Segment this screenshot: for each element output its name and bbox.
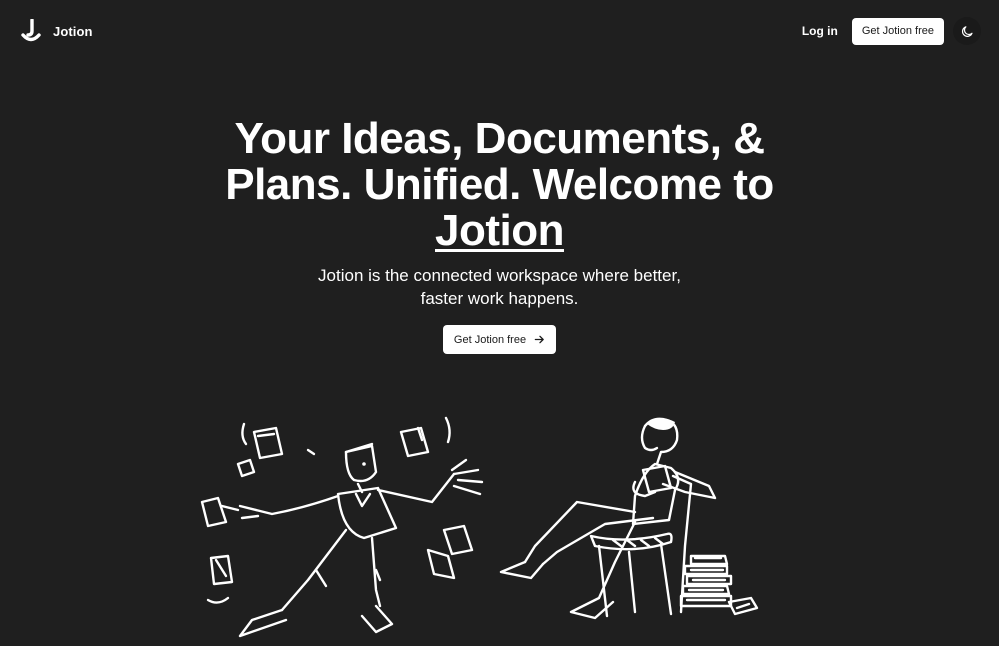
hero-headline: Your Ideas, Documents, & Plans. Unified.… xyxy=(200,116,800,254)
book-icon xyxy=(727,596,759,616)
hero-subheading: Jotion is the connected workspace where … xyxy=(318,266,681,308)
hero-headline-brand: Jotion xyxy=(435,206,564,255)
arrow-right-icon xyxy=(534,335,544,344)
book-icon xyxy=(641,464,673,494)
get-jotion-free-hero-label: Get Jotion free xyxy=(453,333,527,346)
paper-icon xyxy=(200,496,240,528)
theme-toggle-button[interactable] xyxy=(953,17,981,45)
paper-icon xyxy=(252,426,284,460)
paper-icon xyxy=(236,458,256,478)
juggling-documents-illustration xyxy=(200,416,484,638)
book-stack-icon xyxy=(679,554,733,608)
get-jotion-free-nav-label: Get Jotion free xyxy=(861,25,934,37)
navbar: Jotion Log in Get Jotion free xyxy=(0,0,999,62)
paper-icon xyxy=(426,524,474,580)
logo[interactable]: Jotion xyxy=(21,19,93,43)
logo-icon xyxy=(21,19,41,42)
reading-person-illustration xyxy=(499,417,759,620)
hero-headline-text: Your Ideas, Documents, & Plans. Unified.… xyxy=(225,114,774,209)
logo-text: Jotion xyxy=(53,23,93,39)
nav-actions: Log in Get Jotion free xyxy=(802,17,981,45)
get-jotion-free-hero-button[interactable]: Get Jotion free xyxy=(442,325,557,354)
paper-icon xyxy=(209,554,234,586)
get-jotion-free-nav-button[interactable]: Get Jotion free xyxy=(851,17,944,45)
hero-section: Your Ideas, Documents, & Plans. Unified.… xyxy=(0,116,999,354)
paper-icon xyxy=(399,426,430,458)
login-button[interactable]: Log in xyxy=(802,24,838,38)
moon-icon xyxy=(961,25,973,37)
